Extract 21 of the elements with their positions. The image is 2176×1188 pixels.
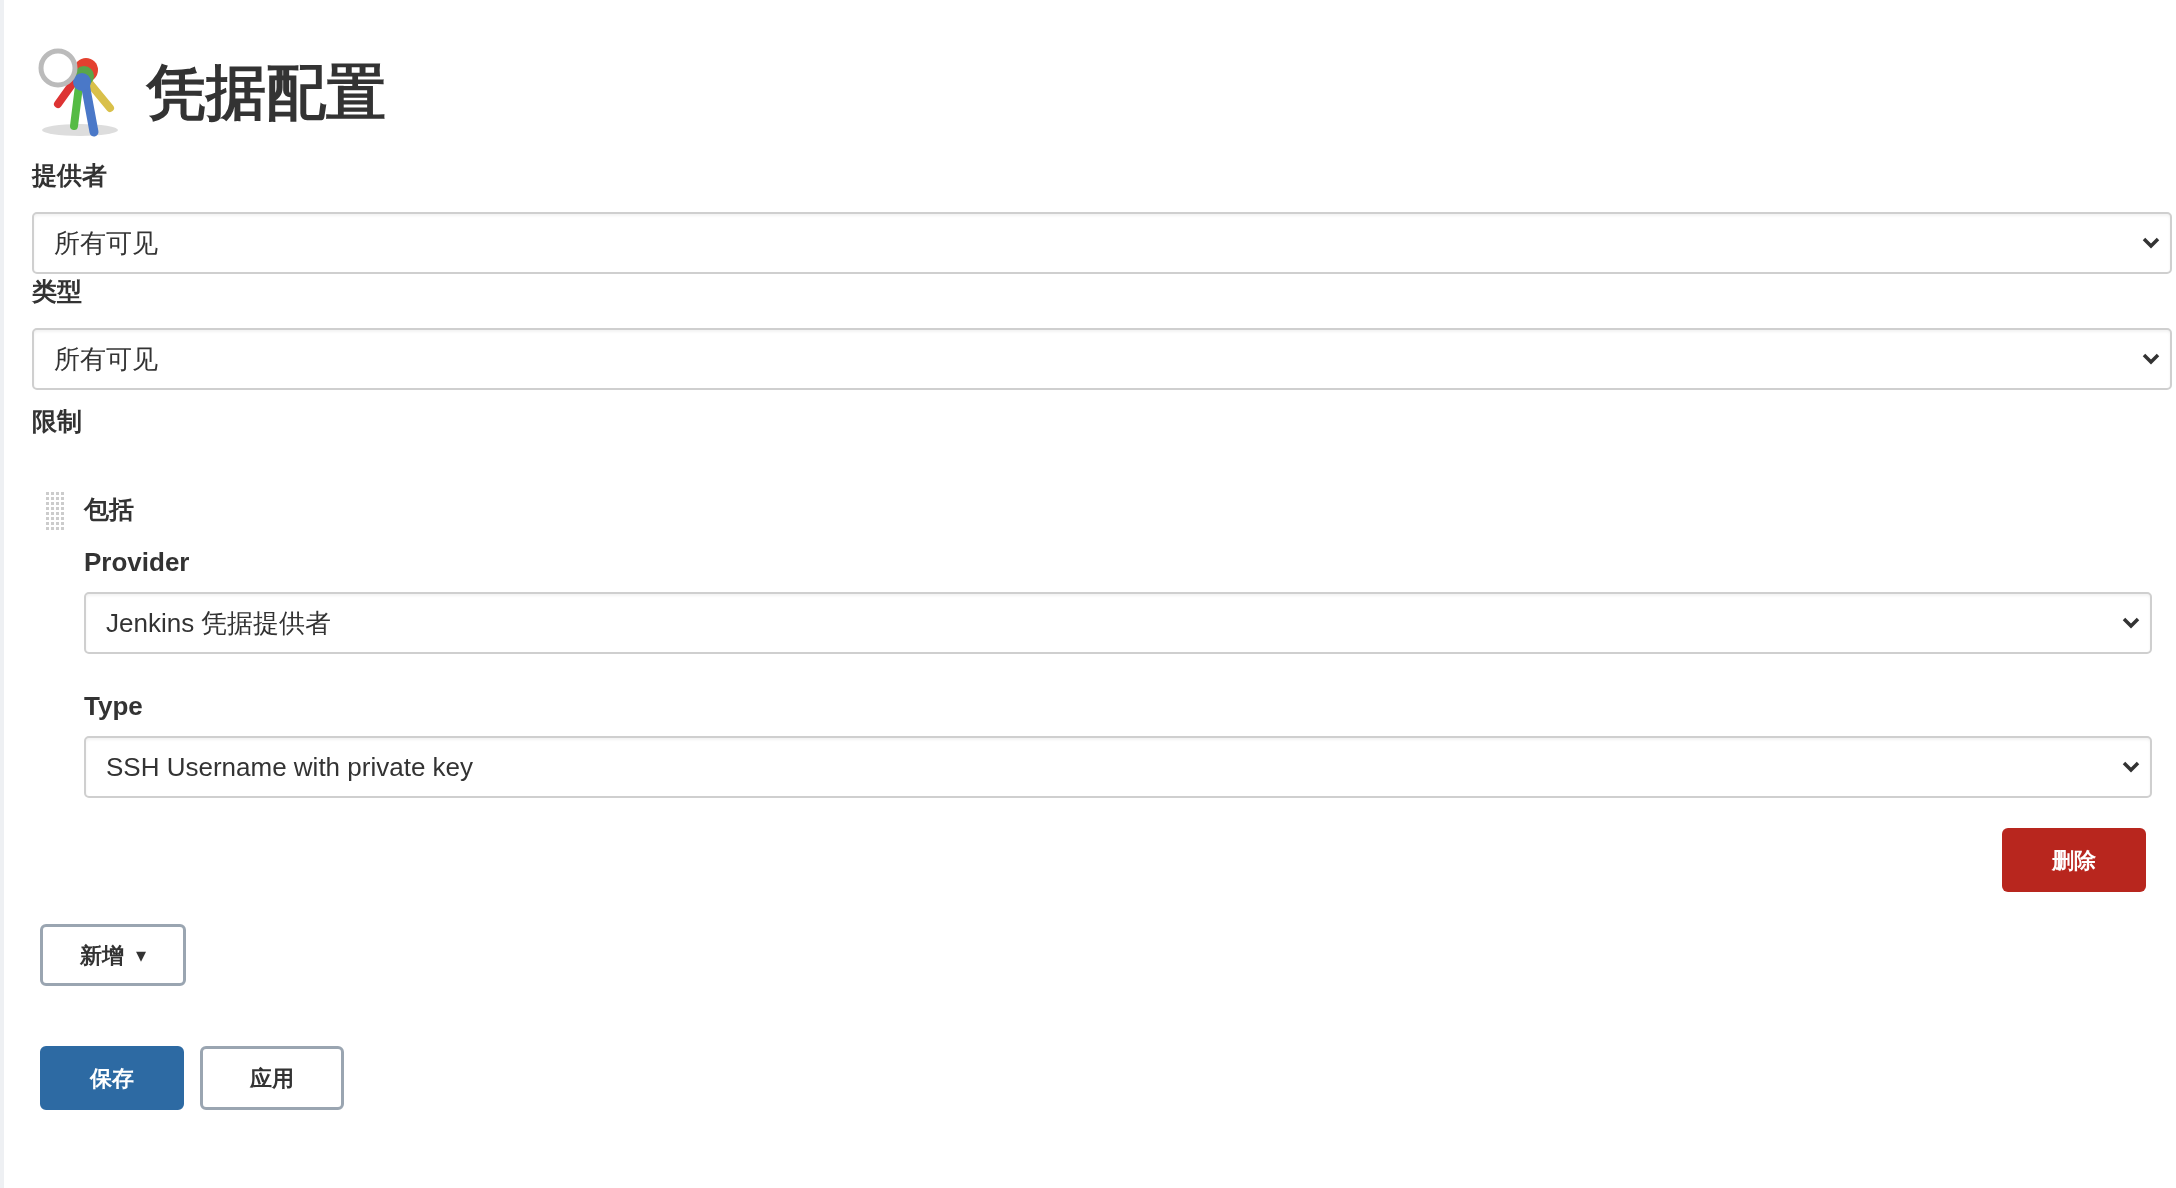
chevron-down-icon — [2142, 237, 2160, 249]
select-field[interactable]: Jenkins 凭据提供者 — [84, 592, 2152, 654]
section-label: 限制 — [32, 406, 83, 438]
chevron-down-icon — [2122, 617, 2140, 629]
field-label: Type — [84, 690, 144, 723]
field-label: 提供者 — [32, 160, 108, 192]
drag-handle-icon[interactable] — [46, 492, 66, 532]
select-field[interactable]: 所有可见 — [32, 328, 2172, 390]
select-field[interactable]: SSH Username with private key — [84, 736, 2152, 798]
field-label: Provider — [84, 546, 191, 579]
add-dropdown-button[interactable]: 新增 ▾ — [40, 924, 186, 986]
apply-button[interactable]: 应用 — [200, 1046, 344, 1110]
caret-icon: ▾ — [135, 940, 146, 970]
chevron-down-icon — [2142, 353, 2160, 365]
page-title: 凭据配置 — [146, 56, 386, 129]
field-label: 类型 — [32, 276, 83, 308]
section-title: 包括 — [84, 494, 135, 526]
save-button[interactable]: 保存 — [40, 1046, 184, 1110]
chevron-down-icon — [2122, 761, 2140, 773]
delete-button[interactable]: 删除 — [2002, 828, 2146, 892]
select-field[interactable]: 所有可见 — [32, 212, 2172, 274]
